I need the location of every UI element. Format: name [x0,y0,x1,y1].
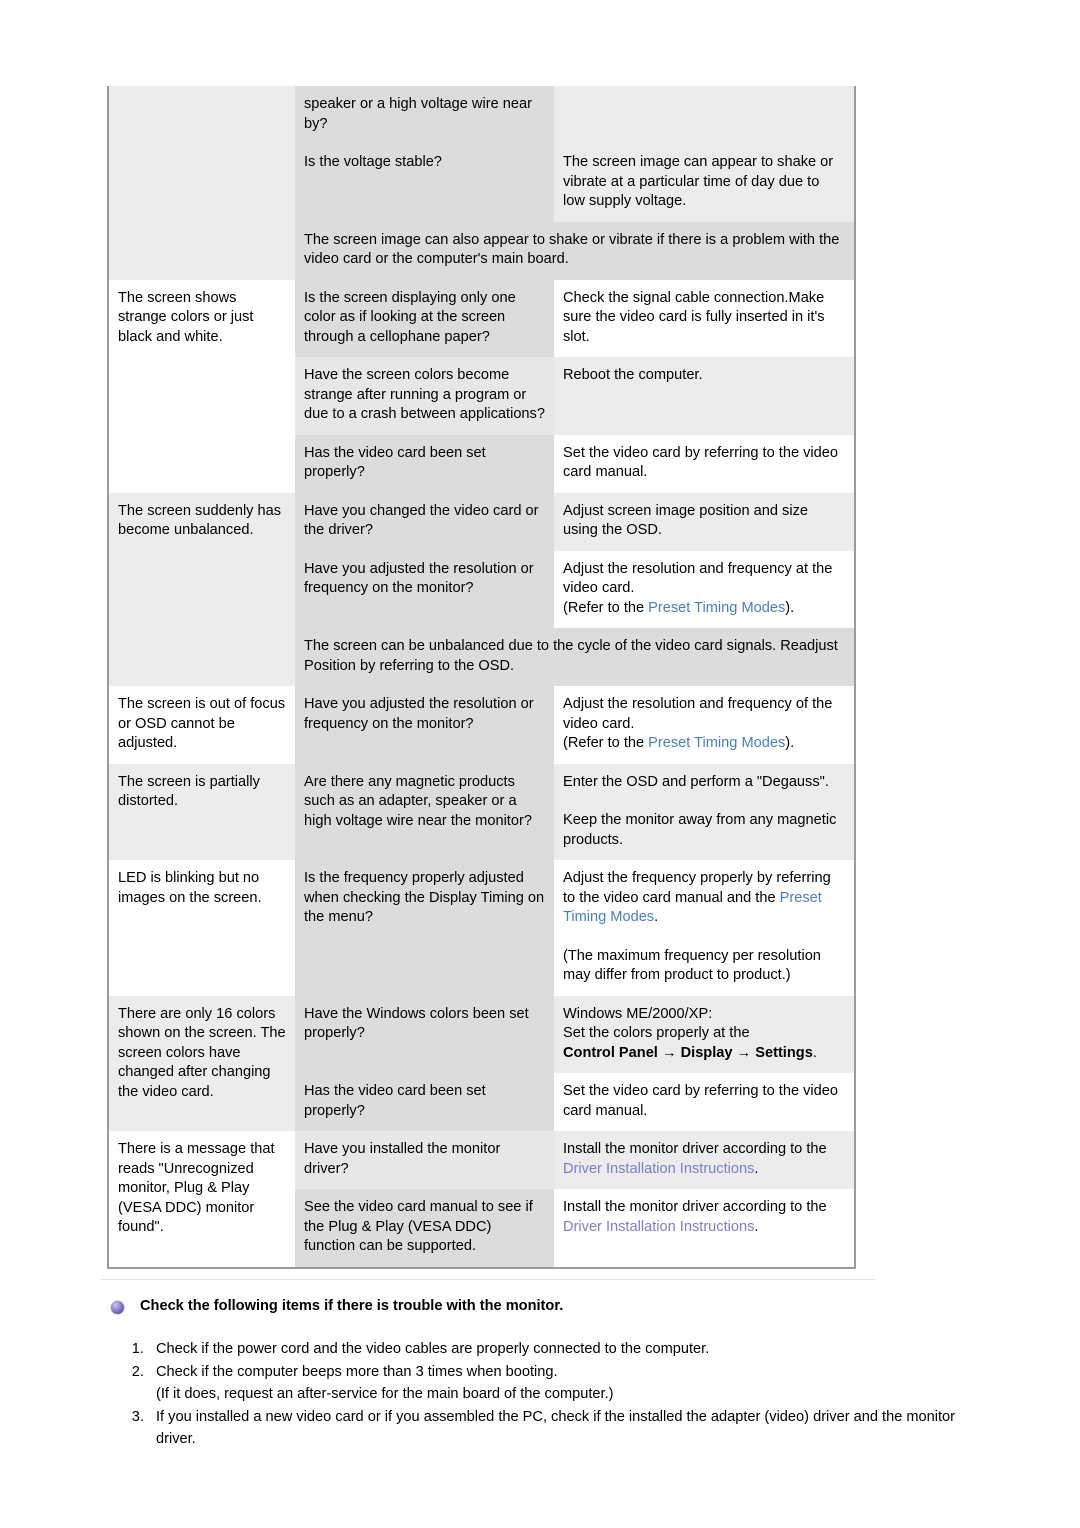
solution-line: Keep the monitor away from any magnetic … [563,812,837,848]
solution-cell: Reboot the computer. [554,357,854,435]
check-cell: Is the frequency properly adjusted when … [295,860,554,996]
symptom-cell: LED is blinking but no images on the scr… [109,860,295,996]
check-cell: Are there any magnetic products such as … [295,763,554,860]
troubleshooting-page: speaker or a high voltage wire near by? … [0,0,1080,1528]
solution-line: Adjust the frequency properly by referri… [563,869,845,928]
preset-timing-modes-link[interactable]: Preset Timing Modes [648,600,785,616]
refer-suffix: ). [785,735,795,751]
list-item: Check if the computer beeps more than 3 … [148,1361,987,1406]
arrow-icon: → [661,1044,677,1061]
check-cell: Have the screen colors become strange af… [295,357,554,435]
list-item-text: Check if the computer beeps more than 3 … [156,1363,558,1380]
symptom-cell: The screen is out of focus or OSD cannot… [109,686,295,764]
driver-installation-instructions-link[interactable]: Driver Installation Instructions [563,1219,754,1235]
section-divider [100,1279,876,1280]
table-row: The screen suddenly has become unbalance… [109,492,854,686]
solution-path: Control Panel → Display → Settings. [563,1044,845,1064]
footer-section: Check the following items if there is tr… [107,1296,987,1451]
table-row: speaker or a high voltage wire near by? [109,86,854,280]
table-row: The screen is partially distorted. Are t… [109,763,854,860]
check-cell: speaker or a high voltage wire near by? [295,86,554,144]
solution-cell: Adjust screen image position and size us… [554,492,854,551]
symptom-cell: The screen is partially distorted. [109,763,295,860]
refer-prefix: (Refer to the [563,735,649,751]
check-cell: See the video card manual to see if the … [295,1189,554,1267]
preset-timing-modes-link[interactable]: Preset Timing Modes [648,735,785,751]
symptom-cell: The screen shows strange colors or just … [109,279,295,493]
solution-cell: Adjust the resolution and frequency of t… [554,686,854,764]
note-cell: The screen can be unbalanced due to the … [295,628,854,686]
solution-cell: Set the video card by referring to the v… [554,434,854,493]
troubleshooting-table-wrapper: speaker or a high voltage wire near by? … [107,86,856,1269]
footer-heading: Check the following items if there is tr… [107,1296,987,1316]
check-cell: Have you adjusted the resolution or freq… [295,686,554,764]
solution-line: Set the colors properly at the [563,1025,750,1041]
footer-checklist: Check if the power cord and the video ca… [107,1338,987,1451]
solution-period: . [812,1044,817,1061]
table-row: The screen is out of focus or OSD cannot… [109,686,854,764]
note-cell: The screen image can also appear to shak… [295,221,854,280]
table-row: There are only 16 colors shown on the sc… [109,995,854,1131]
table-row: LED is blinking but no images on the scr… [109,860,854,996]
table-row: The screen shows strange colors or just … [109,279,854,493]
solution-text: Install the monitor driver according to … [563,1141,827,1157]
footer-heading-text: Check the following items if there is tr… [140,1298,564,1314]
refer-prefix: (Refer to the [563,599,649,616]
solution-cell: Install the monitor driver according to … [554,1131,854,1189]
troubleshooting-table: speaker or a high voltage wire near by? … [109,86,854,1267]
solution-cell: Adjust the resolution and frequency at t… [554,550,854,628]
table-row: There is a message that reads "Unrecogni… [109,1131,854,1267]
solution-cell [554,86,854,144]
arrow-icon: → [736,1044,752,1061]
settings-label: Settings [755,1044,813,1061]
symptom-cell [109,86,295,280]
driver-installation-instructions-link[interactable]: Driver Installation Instructions [563,1161,754,1177]
check-cell: Have you changed the video card or the d… [295,492,554,551]
refer-suffix: ). [785,599,795,616]
list-item-text: Check if the power cord and the video ca… [156,1341,710,1357]
solution-cell: Windows ME/2000/XP: Set the colors prope… [554,995,854,1073]
list-item: Check if the power cord and the video ca… [148,1338,987,1361]
control-panel-label: Control Panel [563,1044,658,1061]
check-cell: Has the video card been set properly? [295,434,554,493]
solution-refer-line: (Refer to the Preset Timing Modes). [563,599,845,619]
check-cell: Have you adjusted the resolution or freq… [295,550,554,628]
display-label: Display [680,1044,733,1061]
solution-cell: Adjust the frequency properly by referri… [554,860,854,996]
list-item-subtext: (If it does, request an after-service fo… [156,1386,614,1402]
solution-line: Adjust the resolution and frequency of t… [563,696,833,732]
check-cell: Is the screen displaying only one color … [295,279,554,357]
bullet-sphere-icon [111,1301,124,1314]
solution-cell: The screen image can appear to shake or … [554,144,854,222]
solution-line: Windows ME/2000/XP: [563,1005,713,1022]
symptom-cell: There is a message that reads "Unrecogni… [109,1131,295,1267]
solution-line: Adjust the resolution and frequency at t… [563,560,833,597]
check-cell: Is the voltage stable? [295,144,554,222]
solution-line: Enter the OSD and perform a "Degauss". [563,773,829,790]
list-item-text: If you installed a new video card or if … [156,1408,956,1448]
solution-cell: Install the monitor driver according to … [554,1189,854,1267]
solution-cell: Set the video card by referring to the v… [554,1073,854,1131]
list-item: If you installed a new video card or if … [148,1406,987,1451]
solution-period: . [754,1160,759,1177]
solution-refer-line: (Refer to the Preset Timing Modes). [563,734,845,754]
check-cell: Has the video card been set properly? [295,1073,554,1131]
solution-cell: Enter the OSD and perform a "Degauss". K… [554,763,854,860]
check-cell: Have you installed the monitor driver? [295,1131,554,1189]
symptom-cell: There are only 16 colors shown on the sc… [109,995,295,1131]
check-cell: Have the Windows colors been set properl… [295,995,554,1073]
symptom-text: There are only 16 colors shown on the sc… [118,1005,286,1100]
solution-line: (The maximum frequency per resolution ma… [563,947,821,984]
solution-cell: Check the signal cable connection.Make s… [554,279,854,357]
solution-period: . [654,909,659,925]
solution-text: Install the monitor driver according to … [563,1199,827,1215]
solution-period: . [754,1218,759,1235]
symptom-cell: The screen suddenly has become unbalance… [109,492,295,686]
